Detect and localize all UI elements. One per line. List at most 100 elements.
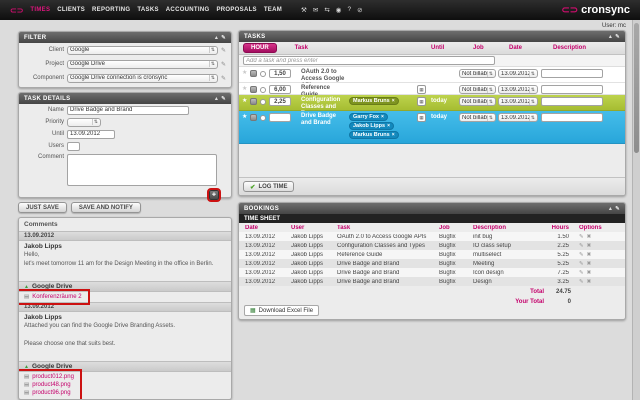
task-checkbox[interactable] (260, 71, 266, 77)
description-input[interactable] (541, 97, 603, 106)
collapse-icon[interactable]: ▴ (215, 96, 218, 102)
job-select[interactable]: Not billable⇅ (459, 113, 496, 122)
delete-icon[interactable]: ✖ (587, 261, 592, 267)
collapse-icon[interactable]: ▴ (609, 34, 612, 40)
remove-user-icon[interactable]: × (392, 98, 395, 104)
edit-icon[interactable]: ✎ (221, 47, 226, 54)
remove-user-icon[interactable]: × (392, 132, 395, 138)
nav-item-proposals[interactable]: PROPOSALS (216, 7, 256, 13)
edit-icon[interactable]: ✎ (221, 96, 226, 102)
hours-input[interactable]: 1,50 (269, 69, 291, 78)
task-checkbox[interactable] (260, 87, 266, 93)
hour-mode-button[interactable]: HOUR (243, 43, 277, 53)
user-tag[interactable]: Garry Fox × (349, 113, 388, 121)
hours-input[interactable]: 6,00 (269, 85, 291, 94)
remove-user-icon[interactable]: × (387, 123, 390, 129)
mail-icon[interactable]: ✉ (313, 6, 318, 14)
page-scrollbar[interactable] (632, 20, 640, 400)
delete-icon[interactable]: ✖ (587, 279, 592, 285)
description-input[interactable] (541, 113, 603, 122)
nav-item-tasks[interactable]: TASKS (137, 7, 158, 13)
attachment-link[interactable]: ▤ product96.png (24, 390, 74, 396)
until-date-input[interactable] (67, 129, 115, 139)
priority-select[interactable]: ⇅ (67, 117, 101, 127)
edit-icon[interactable]: ✎ (615, 34, 620, 40)
delete-icon[interactable]: ✖ (587, 243, 592, 249)
calendar-icon[interactable]: ▦ (417, 113, 426, 122)
nav-item-team[interactable]: TEAM (264, 7, 282, 13)
delete-icon[interactable]: ✖ (587, 234, 592, 240)
comment-textarea[interactable] (67, 154, 217, 186)
task-checkbox[interactable] (260, 115, 266, 121)
hours-input[interactable]: 2,25 (269, 97, 291, 106)
edit-icon[interactable]: ✎ (579, 270, 584, 276)
star-icon[interactable]: ★ (242, 97, 247, 104)
calendar-icon[interactable]: ▦ (417, 85, 426, 94)
remove-user-icon[interactable]: × (381, 114, 384, 120)
delete-icon[interactable]: ✖ (587, 252, 592, 258)
filter-project-select[interactable]: Google Drive ⇅ (67, 59, 218, 69)
edit-icon[interactable]: ✎ (579, 234, 584, 240)
just-save-button[interactable]: JUST SAVE (18, 202, 67, 213)
nav-item-accounting[interactable]: ACCOUNTING (166, 7, 210, 13)
job-select[interactable]: Not billable⇅ (459, 85, 496, 94)
cronsync-logo-mark-small[interactable]: ⊂⊃ (10, 6, 23, 15)
save-and-notify-button[interactable]: SAVE AND NOTIFY (70, 202, 141, 213)
log-time-button[interactable]: ✔ LOG TIME (243, 181, 295, 192)
user-tag[interactable]: Jakob Lipps × (349, 122, 395, 130)
download-excel-button[interactable]: ▦ Download Excel File (244, 305, 320, 316)
date-cell: 13.09.2012 (245, 233, 276, 240)
task-row[interactable]: ★6,00Reference Guide▦Not billable⇅13.09.… (239, 83, 625, 98)
star-icon[interactable]: ★ (242, 85, 247, 92)
collapse-icon[interactable]: ▴ (215, 35, 218, 41)
attachment-link[interactable]: ▤ product48.png (24, 382, 74, 388)
date-select[interactable]: 13.09.2012 ⇅ (498, 97, 538, 106)
task-row[interactable]: ★1,50OAuth 2.0 to Access Google APIsNot … (239, 67, 625, 89)
users-select[interactable] (67, 141, 80, 151)
task-checkbox[interactable] (260, 99, 266, 105)
task-row[interactable]: ★ Drive Badge and Brand Garry Fox × Jakob Li… (239, 111, 625, 144)
user-tag[interactable]: Markus Bruns × (349, 97, 399, 105)
edit-icon[interactable]: ✎ (615, 206, 620, 212)
job-select[interactable]: Not billable⇅ (459, 97, 496, 106)
scrollbar-thumb[interactable] (634, 23, 639, 153)
share-icon[interactable]: ⇆ (324, 6, 329, 14)
calendar-icon[interactable]: ▦ (417, 97, 426, 106)
description-input[interactable] (541, 85, 603, 94)
edit-icon[interactable]: ✎ (579, 261, 584, 267)
delete-icon[interactable]: ✖ (587, 270, 592, 276)
wrench-icon[interactable]: ⚒ (301, 6, 307, 14)
hours-input[interactable] (269, 113, 291, 122)
edit-icon[interactable]: ✎ (221, 75, 226, 82)
task-name-input[interactable] (67, 105, 189, 115)
power-icon[interactable]: ⊘ (357, 6, 362, 14)
help-icon[interactable]: ? (347, 6, 351, 14)
nav-item-reporting[interactable]: REPORTING (92, 7, 130, 13)
date-select[interactable]: 13.09.2012 ⇅ (498, 85, 538, 94)
nav-item-clients[interactable]: CLIENTS (57, 7, 85, 13)
attachment-link[interactable]: ▤ product012.png (24, 374, 74, 380)
filter-component-select[interactable]: Google Drive connection is cronsync ⇅ (67, 73, 218, 83)
collapse-icon[interactable]: ▴ (609, 206, 612, 212)
star-icon[interactable]: ★ (242, 113, 247, 120)
description-input[interactable] (541, 69, 603, 78)
edit-icon[interactable]: ✎ (221, 61, 226, 68)
task-row[interactable]: ★2,25Configuration Classes and TypesMark… (239, 95, 625, 117)
globe-icon[interactable]: ◉ (336, 6, 342, 14)
filter-client-select[interactable]: Google ⇅ (67, 45, 218, 55)
download-row: ▦ Download Excel File (244, 305, 320, 316)
star-icon[interactable]: ★ (242, 69, 247, 76)
edit-icon[interactable]: ✎ (579, 252, 584, 258)
add-task-input[interactable] (243, 56, 495, 65)
job-select[interactable]: Not billable⇅ (459, 69, 496, 78)
total-label: Total (530, 288, 544, 295)
edit-icon[interactable]: ✎ (579, 243, 584, 249)
user-tag[interactable]: Markus Bruns × (349, 131, 399, 139)
edit-icon[interactable]: ✎ (579, 279, 584, 285)
date-select[interactable]: 13.09.2012 ⇅ (498, 69, 538, 78)
nav-item-times[interactable]: TIMES (30, 7, 50, 13)
edit-icon[interactable]: ✎ (221, 35, 226, 41)
date-select[interactable]: 13.09.2012 ⇅ (498, 113, 538, 122)
attachment-link[interactable]: ▤ Konferenzräume 2 (24, 294, 82, 300)
attach-file-button[interactable]: ✚ (207, 188, 221, 202)
